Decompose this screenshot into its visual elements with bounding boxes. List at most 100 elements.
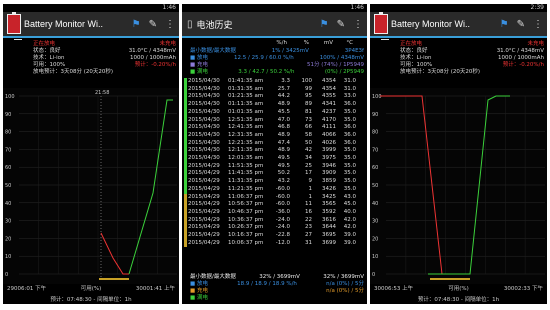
table-header: %/h % mV °C — [182, 40, 367, 48]
cell-percent: 95 — [305, 93, 312, 100]
status-bar: 1:46 — [182, 4, 367, 12]
cell-rate: 46.8 — [277, 124, 290, 131]
cell-date: 2015/04/30 — [188, 131, 220, 138]
available: 可用：100% — [400, 62, 433, 68]
cell-time: 12:11:35 am — [228, 147, 264, 154]
cell-mv: 3644 — [322, 224, 336, 231]
table-row[interactable]: 2015/04/29 11:31:35 pm 43.2 9 3859 35.0 — [188, 178, 367, 186]
estimate-rate: 预计：-0.20%/h — [502, 62, 544, 68]
overflow-menu-icon[interactable]: ⋮ — [353, 19, 363, 30]
estimate-rate: 预计：-0.20%/h — [134, 62, 176, 68]
cell-temp: 36.0 — [343, 139, 356, 146]
edit-icon[interactable]: ✎ — [337, 19, 345, 30]
cell-temp: 35.0 — [343, 108, 356, 115]
cell-date: 2015/04/29 — [188, 224, 220, 231]
table-row[interactable]: 2015/04/29 11:06:37 pm -60.0 1 3425 43.0 — [188, 194, 367, 202]
battery-graph[interactable]: 1009080706050403020100 — [370, 88, 547, 284]
y-tick-label: 0 — [372, 272, 375, 278]
cell-percent: 1 — [308, 193, 313, 200]
battery-graph[interactable]: 1009080706050403020100 21:58 — [3, 88, 179, 284]
cell-rate: 49.5 — [277, 162, 290, 169]
y-tick-label: 40 — [372, 201, 378, 207]
flag-icon[interactable]: ⚑ — [320, 19, 329, 30]
footer-end: 30001:41 上午 — [135, 286, 175, 292]
table-row[interactable]: 2015/04/30 12:51:35 am 47.0 73 4170 35.0 — [188, 117, 367, 125]
summary-label: ■ 放电 — [190, 55, 208, 61]
action-bar: Battery Monitor Wi.. ⚑ ✎ ⋮ — [370, 12, 547, 38]
cell-time: 10:06:37 pm — [228, 239, 264, 246]
summary-label: ■ 满电 — [190, 295, 208, 301]
edit-icon[interactable]: ✎ — [149, 19, 157, 30]
cell-time: 11:21:35 pm — [228, 185, 264, 192]
table-row[interactable]: 2015/04/29 10:56:37 pm -60.0 11 3565 45.0 — [188, 201, 367, 209]
cell-date: 2015/04/29 — [188, 178, 220, 185]
capacity: 1000 / 1000mAh — [498, 55, 544, 61]
cell-time: 01:31:35 am — [228, 85, 264, 92]
cell-mv: 3909 — [322, 170, 336, 177]
col-mv: mV — [323, 40, 333, 46]
cell-percent: 9 — [308, 178, 313, 185]
summary-bottom: 最小数据/最大数据 32% / 3699mV 32% / 3699mV ■ 放电 18.… — [182, 274, 367, 302]
overflow-menu-icon[interactable]: ⋮ — [533, 19, 543, 30]
y-tick-label: 30 — [372, 219, 378, 225]
table-row[interactable]: 2015/04/30 01:21:35 am 44.2 95 4355 33.0 — [188, 93, 367, 101]
table-row[interactable]: 2015/04/29 11:51:35 pm 49.5 25 3946 35.0 — [188, 163, 367, 171]
table-row[interactable]: 2015/04/30 12:01:35 am 49.5 34 3975 35.0 — [188, 155, 367, 163]
flag-icon[interactable]: ⚑ — [132, 19, 141, 30]
cell-mv: 3592 — [322, 208, 336, 215]
summary-label: 最小数据/最大数据 — [190, 48, 236, 54]
discharge-estimate: 放电预计：3天08分 (20天20秒) — [400, 69, 481, 75]
table-row[interactable]: 2015/04/29 10:46:37 pm -36.0 16 3592 40.0 — [188, 209, 367, 217]
summary-row: ■ 满电 3.3 / 42.7 / 50.2 %/h (0%) / 2P5949 — [182, 69, 367, 76]
status-bar: 1:46 — [3, 4, 179, 12]
cell-temp: 35.0 — [343, 116, 356, 123]
cell-rate: -60.0 — [275, 185, 290, 192]
summary-value: 18.9 / 18.9 / 18.9 %/h — [237, 281, 297, 287]
cell-time: 11:41:35 pm — [228, 170, 264, 177]
table-row[interactable]: 2015/04/30 01:11:35 am 48.9 89 4341 36.0 — [188, 101, 367, 109]
table-row[interactable]: 2015/04/29 11:21:35 pm -60.0 1 3426 35.0 — [188, 186, 367, 194]
table-row[interactable]: 2015/04/29 10:26:37 pm -24.0 23 3644 42.0 — [188, 224, 367, 232]
table-row[interactable]: 2015/04/30 12:11:35 am 48.9 42 3999 35.0 — [188, 147, 367, 155]
table-row[interactable]: 2015/04/30 01:41:35 am 3.3 100 4354 31.0 — [188, 78, 367, 86]
summary-right: n/a (0%) / 5分 — [326, 281, 364, 287]
cell-temp: 36.0 — [343, 131, 356, 138]
cell-percent: 1 — [308, 185, 313, 192]
summary-label: ■ 充电 — [190, 288, 208, 294]
overflow-menu-icon[interactable]: ⋮ — [165, 19, 175, 30]
table-row[interactable]: 2015/04/30 12:31:35 am 48.9 58 4066 36.0 — [188, 132, 367, 140]
cell-percent: 34 — [305, 155, 312, 162]
cell-rate: 48.9 — [277, 131, 290, 138]
history-table[interactable]: 2015/04/30 01:41:35 am 3.3 100 4354 31.0 2015/… — [182, 78, 367, 248]
table-row[interactable]: 2015/04/30 01:31:35 am 25.7 99 4354 31.0 — [188, 86, 367, 94]
flag-icon[interactable]: ⚑ — [500, 19, 509, 30]
cell-time: 10:56:37 pm — [228, 201, 264, 208]
summary-row: ■ 放电 18.9 / 18.9 / 18.9 %/h n/a (0%) / 5分 — [182, 281, 367, 288]
cell-time: 11:06:37 pm — [228, 193, 264, 200]
technology: 技术：Li-ion — [400, 55, 432, 61]
y-tick-label: 80 — [5, 130, 11, 136]
table-row[interactable]: 2015/04/30 12:41:35 am 46.8 66 4111 36.0 — [188, 124, 367, 132]
summary-row: ■ 放电 12.5 / 25.9 / 60.0 %/h 100% / 4348mV — [182, 55, 367, 62]
summary-right: 3P4E3f — [344, 48, 364, 54]
status-time: 2:39 — [530, 4, 544, 11]
cell-percent: 81 — [305, 108, 312, 115]
table-row[interactable]: 2015/04/29 11:41:35 pm 50.2 17 3909 35.0 — [188, 170, 367, 178]
battery-info: 正在放电 未充电 状态：良好 31.0°C / 4348mV 技术：Li-ion 10… — [370, 40, 547, 86]
table-row[interactable]: 2015/04/29 10:36:37 pm -24.0 22 3616 42.0 — [188, 217, 367, 225]
table-row[interactable]: 2015/04/29 10:16:37 pm -22.8 27 3695 39.0 — [188, 232, 367, 240]
table-row[interactable]: 2015/04/29 10:06:37 pm -12.0 31 3699 39.0 — [188, 240, 367, 248]
cell-mv: 4355 — [322, 93, 336, 100]
edit-icon[interactable]: ✎ — [517, 19, 525, 30]
cell-time: 01:11:35 am — [228, 101, 264, 108]
cell-temp: 45.0 — [343, 201, 356, 208]
footer-estimate: 预计：07:48:30 - 间隔单位：1h — [417, 297, 500, 303]
table-row[interactable]: 2015/04/30 01:01:35 am 45.5 81 4237 35.0 — [188, 109, 367, 117]
summary-label: 最小数据/最大数据 — [190, 274, 236, 280]
cell-rate: 47.0 — [277, 116, 290, 123]
plug-state: 未充电 — [159, 41, 176, 47]
summary-row: 最小数据/最大数据 32% / 3699mV 32% / 3699mV — [182, 274, 367, 281]
cell-time: 10:26:37 pm — [228, 224, 264, 231]
y-tick-label: 70 — [372, 147, 378, 153]
table-row[interactable]: 2015/04/30 12:21:35 am 47.4 50 4026 36.0 — [188, 140, 367, 148]
